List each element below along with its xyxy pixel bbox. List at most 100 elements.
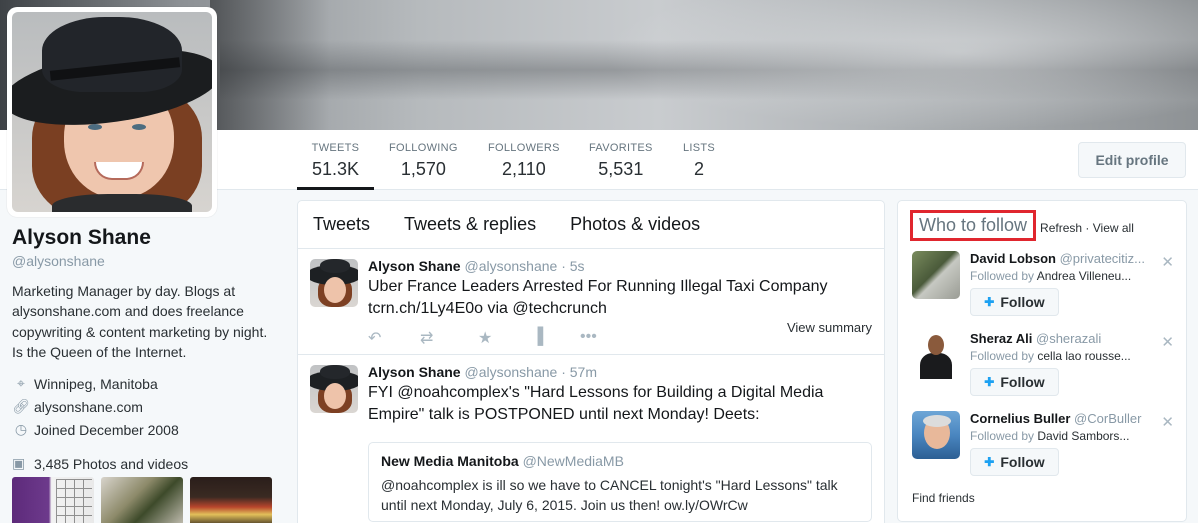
analytics-icon[interactable]: ▐ <box>532 328 543 346</box>
followed-by-prefix: Followed by <box>970 429 1035 443</box>
tab-tweets-replies[interactable]: Tweets & replies <box>404 214 536 235</box>
stat-tweets[interactable]: TWEETS 51.3K <box>297 142 374 190</box>
stat-value: 2 <box>694 159 705 179</box>
profile-avatar[interactable] <box>7 7 217 217</box>
view-all-link[interactable]: View all <box>1093 221 1134 235</box>
quoted-tweet-header: New Media Manitoba @NewMediaMB <box>381 453 859 469</box>
more-options-icon[interactable]: ••• <box>580 328 597 346</box>
stat-label: FOLLOWING <box>389 142 458 154</box>
stat-lists[interactable]: LISTS 2 <box>669 142 729 190</box>
favorite-star-icon[interactable]: ★ <box>478 328 492 348</box>
profile-handle[interactable]: @alysonshane <box>12 253 282 269</box>
media-thumbnails <box>12 477 272 523</box>
suggestion-handle[interactable]: @sherazali <box>1036 331 1101 346</box>
suggestion-avatar[interactable] <box>912 251 960 299</box>
who-to-follow-links: Refresh · View all <box>1040 221 1134 235</box>
stat-value: 5,531 <box>598 159 644 179</box>
stat-value: 51.3K <box>311 159 360 179</box>
tweet-timestamp[interactable]: · 5s <box>561 258 584 274</box>
link-icon: 🔗︎ <box>12 398 30 415</box>
quoted-author-handle[interactable]: @NewMediaMB <box>523 453 624 469</box>
timeline-tabs: Tweets Tweets & replies Photos & videos <box>298 201 884 249</box>
tweet-avatar[interactable] <box>310 259 358 307</box>
view-summary-link[interactable]: View summary <box>787 320 872 335</box>
media-thumbnail[interactable] <box>12 477 94 523</box>
followed-by-prefix: Followed by <box>970 349 1035 363</box>
tweet-header: Alyson Shane @alysonshane · 5s <box>368 258 872 274</box>
add-user-icon: ✚ <box>984 455 995 469</box>
find-friends-link[interactable]: Find friends <box>912 491 975 505</box>
followed-by: Followed by David Sambors... <box>970 429 1156 443</box>
website-link[interactable]: alysonshane.com <box>34 399 143 415</box>
stat-favorites[interactable]: FAVORITES 5,531 <box>575 142 667 190</box>
photos-videos-link[interactable]: ▣ 3,485 Photos and videos <box>12 455 282 472</box>
tweet-author-name[interactable]: Alyson Shane <box>368 364 461 380</box>
photos-videos-label[interactable]: 3,485 Photos and videos <box>34 456 188 472</box>
follow-suggestion: Sheraz Ali @sherazali Followed by cella … <box>912 331 1176 401</box>
location-text: Winnipeg, Manitoba <box>34 375 158 392</box>
dismiss-icon[interactable]: ✕ <box>1161 413 1174 431</box>
profile-website[interactable]: 🔗︎ alysonshane.com <box>12 395 282 418</box>
quoted-tweet[interactable]: New Media Manitoba @NewMediaMB @noahcomp… <box>368 442 872 522</box>
location-pin-icon: ⌖ <box>17 375 25 392</box>
refresh-link[interactable]: Refresh <box>1040 221 1082 235</box>
stat-following[interactable]: FOLLOWING 1,570 <box>375 142 472 190</box>
stat-label: FOLLOWERS <box>488 142 560 154</box>
camera-icon: ▣ <box>12 455 26 472</box>
add-user-icon: ✚ <box>984 375 995 389</box>
stat-value: 1,570 <box>400 159 446 179</box>
dismiss-icon[interactable]: ✕ <box>1161 253 1174 271</box>
tweet-text: FYI @noahcomplex's "Hard Lessons for Bui… <box>368 384 824 423</box>
followed-by-name[interactable]: cella lao rousse... <box>1037 349 1130 363</box>
quoted-tweet-text: @noahcomplex is ill so we have to CANCEL… <box>381 477 838 513</box>
profile-card: Alyson Shane @alysonshane Marketing Mana… <box>12 226 282 472</box>
stat-followers[interactable]: FOLLOWERS 2,110 <box>474 142 574 190</box>
timeline: Tweets Tweets & replies Photos & videos … <box>297 200 885 523</box>
follow-button[interactable]: ✚ Follow <box>970 368 1059 396</box>
followed-by-name[interactable]: Andrea Villeneu... <box>1037 269 1132 283</box>
tweet[interactable]: Alyson Shane @alysonshane · 57m FYI @noa… <box>298 355 884 523</box>
followed-by-prefix: Followed by <box>970 269 1035 283</box>
suggestion-name[interactable]: Cornelius Buller <box>970 411 1070 426</box>
tweet-header: Alyson Shane @alysonshane · 57m <box>368 364 872 380</box>
tweet-author-handle[interactable]: @alysonshane <box>464 258 557 274</box>
who-to-follow-header: Who to follow Refresh · View all <box>910 209 1134 241</box>
profile-location: ⌖ Winnipeg, Manitoba <box>12 372 282 395</box>
stat-label: LISTS <box>683 142 716 154</box>
profile-bio: Marketing Manager by day. Blogs at alyso… <box>12 283 268 360</box>
tweet-author-handle[interactable]: @alysonshane <box>464 364 557 380</box>
tweet-avatar[interactable] <box>310 365 358 413</box>
suggestion-name[interactable]: David Lobson <box>970 251 1056 266</box>
follow-label: Follow <box>1000 374 1045 390</box>
suggestion-handle[interactable]: @privatecitiz... <box>1060 251 1145 266</box>
follow-button[interactable]: ✚ Follow <box>970 448 1059 476</box>
joined-text: Joined December 2008 <box>34 421 179 438</box>
quoted-author-name[interactable]: New Media Manitoba <box>381 453 519 469</box>
tab-photos-videos[interactable]: Photos & videos <box>570 214 700 235</box>
media-thumbnail[interactable] <box>101 477 183 523</box>
followed-by: Followed by Andrea Villeneu... <box>970 269 1156 283</box>
dismiss-icon[interactable]: ✕ <box>1161 333 1174 351</box>
follow-suggestion: Cornelius Buller @CorBuller Followed by … <box>912 411 1176 481</box>
stat-value: 2,110 <box>502 159 546 179</box>
suggestion-handle[interactable]: @CorBuller <box>1074 411 1141 426</box>
followed-by: Followed by cella lao rousse... <box>970 349 1156 363</box>
tweet-author-name[interactable]: Alyson Shane <box>368 258 461 274</box>
who-to-follow-module: Who to follow Refresh · View all David L… <box>897 200 1187 522</box>
retweet-icon[interactable]: ⇄ <box>420 328 433 348</box>
tweet-text: Uber France Leaders Arrested For Running… <box>368 278 828 317</box>
suggestion-name[interactable]: Sheraz Ali <box>970 331 1032 346</box>
reply-icon[interactable]: ↶ <box>368 328 381 348</box>
followed-by-name[interactable]: David Sambors... <box>1037 429 1129 443</box>
suggestion-avatar[interactable] <box>912 331 960 379</box>
follow-suggestion: David Lobson @privatecitiz... Followed b… <box>912 251 1176 321</box>
stat-label: FAVORITES <box>589 142 653 154</box>
media-thumbnail[interactable] <box>190 477 272 523</box>
tweet-timestamp[interactable]: · 57m <box>561 364 597 380</box>
tweet[interactable]: Alyson Shane @alysonshane · 5s Uber Fran… <box>298 249 884 355</box>
edit-profile-button[interactable]: Edit profile <box>1078 142 1186 178</box>
profile-name[interactable]: Alyson Shane <box>12 226 282 250</box>
suggestion-avatar[interactable] <box>912 411 960 459</box>
tab-tweets[interactable]: Tweets <box>313 214 370 235</box>
follow-button[interactable]: ✚ Follow <box>970 288 1059 316</box>
